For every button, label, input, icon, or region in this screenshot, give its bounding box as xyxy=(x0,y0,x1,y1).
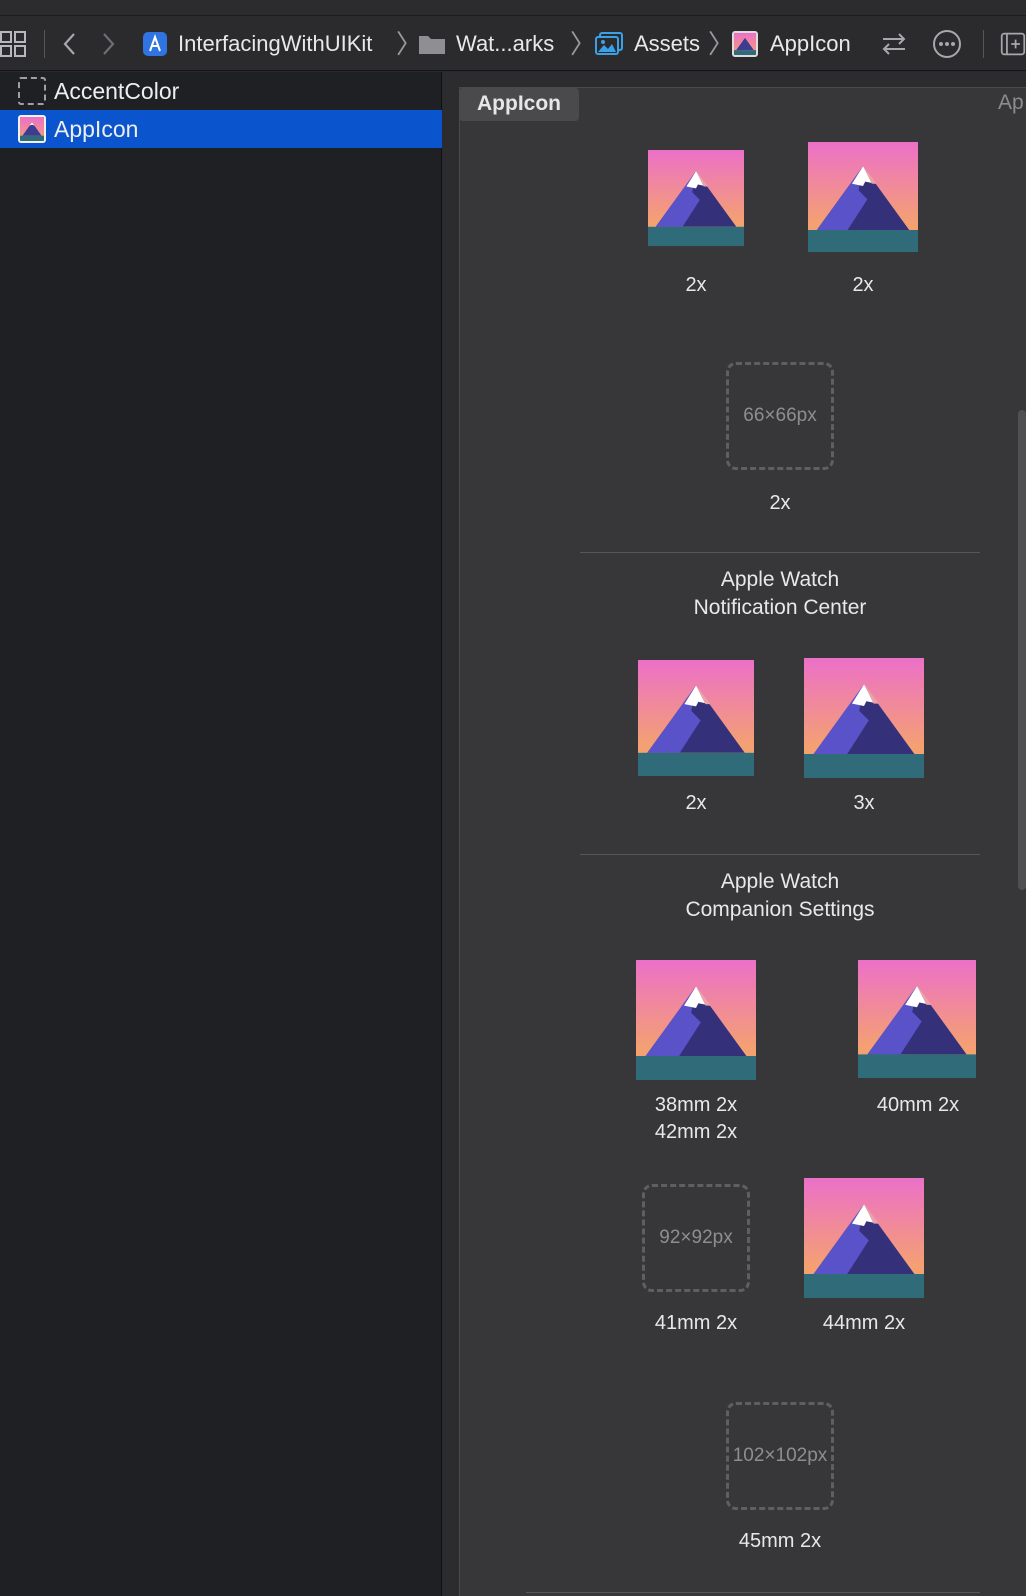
section-title: Apple Watch xyxy=(720,568,840,591)
sidebar-item-label: AccentColor xyxy=(54,77,180,104)
section-divider xyxy=(526,1592,980,1593)
app-icon-image[interactable] xyxy=(648,150,744,246)
app-icon-thumbnail xyxy=(18,115,46,143)
empty-icon-slot[interactable]: 66×66px xyxy=(726,362,834,470)
breadcrumb-label: InterfacingWithUIKit xyxy=(178,31,373,56)
breadcrumb-folder[interactable]: Wat...arks xyxy=(418,28,554,60)
add-editor-icon[interactable] xyxy=(1000,29,1026,59)
color-set-icon xyxy=(18,77,46,105)
folder-icon xyxy=(418,32,446,56)
breadcrumb-separator: 〉 xyxy=(570,29,597,59)
empty-icon-slot[interactable]: 102×102px xyxy=(726,1402,834,1510)
window-top-strip xyxy=(0,0,1026,16)
section-divider xyxy=(580,552,980,553)
slot-scale-label: 2x xyxy=(852,274,874,296)
vertical-scrollbar[interactable] xyxy=(1018,410,1026,890)
app-icon-image[interactable] xyxy=(804,1178,924,1298)
back-chevron-icon[interactable] xyxy=(60,30,80,58)
slot-scale-label: 3x xyxy=(853,792,875,814)
nav-divider xyxy=(44,30,45,58)
swap-arrows-icon[interactable] xyxy=(880,30,908,58)
app-icon-image[interactable] xyxy=(638,660,754,776)
breadcrumb-assets[interactable]: Assets xyxy=(594,28,700,60)
slot-scale-label: 2x xyxy=(769,492,791,514)
slot-scale-label: 41mm 2x xyxy=(654,1312,738,1334)
slot-scale-label: 45mm 2x xyxy=(738,1530,822,1552)
xcode-project-icon xyxy=(142,31,168,57)
sidebar-item-label: AppIcon xyxy=(54,115,139,142)
slot-scale-label: 40mm 2x xyxy=(876,1094,960,1116)
slot-scale-label: 2x xyxy=(685,274,707,296)
breadcrumb-project[interactable]: InterfacingWithUIKit xyxy=(142,28,372,60)
asset-list-sidebar: AccentColor AppIcon xyxy=(0,72,442,1596)
tab-appicon[interactable]: AppIcon xyxy=(459,87,579,121)
sidebar-item-appicon[interactable]: AppIcon xyxy=(0,110,442,148)
appicon-set-panel xyxy=(459,87,1026,1596)
empty-icon-slot[interactable]: 92×92px xyxy=(642,1184,750,1292)
panel-right-label: Ap xyxy=(998,91,1024,114)
nav-divider xyxy=(983,30,984,58)
breadcrumb-separator: 〉 xyxy=(708,29,735,59)
slot-scale-label: 38mm 2x xyxy=(654,1094,738,1116)
app-icon-thumbnail xyxy=(732,31,758,57)
forward-chevron-icon[interactable] xyxy=(98,30,118,58)
app-icon-image[interactable] xyxy=(804,658,924,778)
breadcrumb-label: AppIcon xyxy=(770,31,851,56)
sidebar-item-accentcolor[interactable]: AccentColor xyxy=(0,72,442,110)
slot-scale-label: 44mm 2x xyxy=(822,1312,906,1334)
breadcrumb-label: Wat...arks xyxy=(456,31,555,56)
breadcrumb-appicon[interactable]: AppIcon xyxy=(732,28,851,60)
section-subtitle: Notification Center xyxy=(693,596,867,619)
asset-catalog-icon xyxy=(594,31,624,57)
breadcrumb-label: Assets xyxy=(634,31,701,56)
related-items-icon[interactable] xyxy=(0,30,28,58)
section-subtitle: Companion Settings xyxy=(685,898,875,921)
section-title: Apple Watch xyxy=(720,870,840,893)
section-divider xyxy=(580,854,980,855)
app-icon-image[interactable] xyxy=(636,960,756,1080)
jump-bar: InterfacingWithUIKit 〉 Wat...arks 〉 Asse… xyxy=(0,16,1026,71)
more-options-icon[interactable] xyxy=(932,29,962,59)
app-icon-image[interactable] xyxy=(858,960,976,1078)
app-icon-image[interactable] xyxy=(808,142,918,252)
slot-scale-label: 2x xyxy=(685,792,707,814)
slot-scale-label: 42mm 2x xyxy=(654,1121,738,1143)
